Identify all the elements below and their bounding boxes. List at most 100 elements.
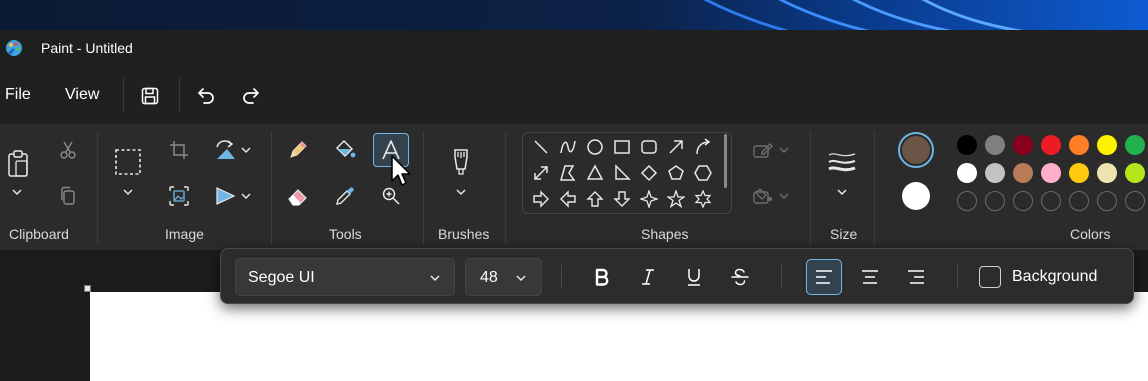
select-dropdown[interactable] (121, 185, 135, 199)
custom-color-slot[interactable] (1041, 191, 1061, 211)
shape-oval[interactable] (584, 136, 606, 158)
flip-dropdown[interactable] (239, 189, 253, 203)
custom-color-slot[interactable] (1097, 191, 1117, 211)
background-checkbox[interactable] (979, 266, 1001, 288)
canvas-resize-handle[interactable] (84, 285, 91, 292)
rotate-button[interactable] (210, 134, 242, 166)
custom-color-slot[interactable] (1069, 191, 1089, 211)
palette-color-swatch[interactable] (985, 163, 1005, 183)
strikethrough-button[interactable] (722, 259, 758, 295)
palette-color-swatch[interactable] (985, 135, 1005, 155)
custom-color-slot[interactable] (1013, 191, 1033, 211)
shape-curved-arrow[interactable] (692, 136, 714, 158)
image-search-button[interactable] (163, 180, 195, 212)
shape-rounded-rectangle[interactable] (638, 136, 660, 158)
cut-button[interactable] (52, 134, 84, 166)
palette-color-swatch[interactable] (1013, 163, 1033, 183)
palette-color-swatch[interactable] (957, 163, 977, 183)
shape-triangle[interactable] (584, 162, 606, 184)
font-family-dropdown[interactable]: Segoe UI (235, 258, 455, 296)
align-left-icon (816, 270, 832, 284)
shape-right-arrow[interactable] (530, 188, 552, 210)
palette-color-swatch[interactable] (1041, 163, 1061, 183)
pencil-tool[interactable] (282, 134, 314, 166)
rotate-dropdown[interactable] (239, 143, 253, 157)
menu-view[interactable]: View (65, 86, 99, 104)
copy-button[interactable] (52, 180, 84, 212)
selection-rectangle-icon (115, 149, 141, 175)
palette-color-swatch[interactable] (1125, 135, 1145, 155)
primary-color-button[interactable] (898, 132, 934, 168)
palette-color-swatch[interactable] (1097, 135, 1117, 155)
italic-button[interactable] (630, 259, 666, 295)
redo-button[interactable] (237, 82, 265, 110)
shape-curve[interactable] (557, 136, 579, 158)
chevron-down-icon (123, 189, 133, 196)
fill-tool[interactable] (329, 134, 361, 166)
custom-color-slot[interactable] (1125, 191, 1145, 211)
shape-rectangle[interactable] (611, 136, 633, 158)
shape-outline-button[interactable] (750, 134, 776, 166)
desktop-wallpaper (0, 0, 1148, 30)
shape-polygon[interactable] (557, 162, 579, 184)
paste-dropdown[interactable] (10, 185, 24, 199)
brushes-dropdown[interactable] (454, 185, 468, 199)
underline-button[interactable] (676, 259, 712, 295)
drawing-canvas[interactable] (90, 292, 1148, 381)
shape-fill-button[interactable] (750, 180, 776, 212)
brush-icon (454, 149, 468, 175)
shape-up-arrow[interactable] (584, 188, 606, 210)
flip-button[interactable] (210, 180, 242, 212)
brushes-button[interactable] (445, 146, 477, 178)
secondary-color-button[interactable] (902, 182, 930, 210)
shape-four-point-star[interactable] (638, 188, 660, 210)
align-right-button[interactable] (898, 259, 934, 295)
shape-left-arrow[interactable] (557, 188, 579, 210)
eraser-tool[interactable] (282, 180, 314, 212)
shape-pentagon[interactable] (665, 162, 687, 184)
shapes-scrollbar[interactable] (724, 134, 727, 188)
shape-diamond[interactable] (638, 162, 660, 184)
shape-right-triangle[interactable] (611, 162, 633, 184)
crop-button[interactable] (163, 134, 195, 166)
shape-hexagon[interactable] (692, 162, 714, 184)
text-formatting-toolbar: Segoe UI 48 Background (220, 248, 1134, 304)
align-left-button[interactable] (806, 259, 842, 295)
rotate-icon (216, 140, 235, 159)
paste-button[interactable] (2, 146, 34, 182)
right-triangle-icon (615, 164, 631, 180)
palette-color-swatch[interactable] (1069, 163, 1089, 183)
shape-down-arrow[interactable] (611, 188, 633, 210)
palette-color-swatch[interactable] (1125, 163, 1145, 183)
font-size-dropdown[interactable]: 48 (465, 258, 542, 296)
palette-color-swatch[interactable] (1097, 163, 1117, 183)
shape-fill-dropdown[interactable] (777, 189, 791, 203)
palette-color-swatch[interactable] (957, 135, 977, 155)
undo-button[interactable] (192, 82, 220, 110)
bold-button[interactable] (584, 259, 620, 295)
save-icon (141, 87, 159, 105)
italic-icon (642, 269, 654, 285)
shape-line[interactable] (530, 136, 552, 158)
shape-five-point-star[interactable] (665, 188, 687, 210)
size-button[interactable] (826, 146, 858, 178)
align-center-button[interactable] (852, 259, 888, 295)
palette-color-swatch[interactable] (1069, 135, 1089, 155)
shape-six-point-star[interactable] (692, 188, 714, 210)
shape-double-arrow[interactable] (530, 162, 552, 184)
color-picker-tool[interactable] (329, 180, 361, 212)
palette-color-swatch[interactable] (1041, 135, 1061, 155)
size-dropdown[interactable] (835, 185, 849, 199)
fill-icon (753, 188, 772, 204)
menu-file[interactable]: File (5, 86, 31, 104)
shape-outline-dropdown[interactable] (777, 143, 791, 157)
save-button[interactable] (136, 82, 164, 110)
ribbon-separator (874, 132, 875, 244)
six-point-star-icon (694, 190, 712, 208)
down-arrow-icon (613, 191, 631, 207)
palette-color-swatch[interactable] (1013, 135, 1033, 155)
custom-color-slot[interactable] (985, 191, 1005, 211)
select-button[interactable] (112, 146, 144, 178)
shape-arrow-up-right[interactable] (665, 136, 687, 158)
custom-color-slot[interactable] (957, 191, 977, 211)
